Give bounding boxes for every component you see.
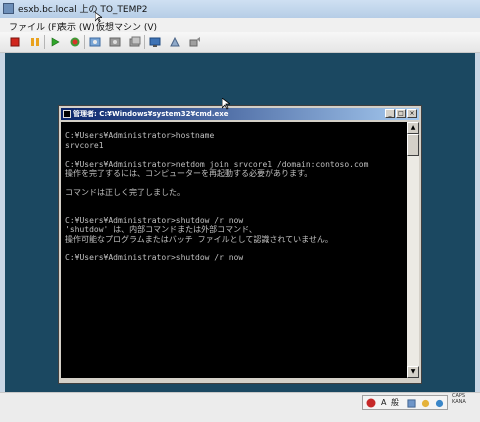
- ime-app-icon[interactable]: [366, 398, 376, 408]
- snapshot-icon[interactable]: [89, 36, 101, 48]
- console-line: 操作可能なプログラムまたはバッチ ファイルとして認識されていません。: [65, 234, 333, 244]
- scroll-thumb[interactable]: [407, 134, 419, 156]
- close-button[interactable]: ×: [407, 109, 417, 118]
- ime-mode[interactable]: A: [381, 397, 386, 408]
- kana-indicator: KANA: [452, 398, 466, 405]
- console-line: C:¥Users¥Administrator>netdom join srvco…: [65, 159, 369, 169]
- settings-icon[interactable]: [169, 36, 181, 48]
- status-bar: A 般 CAPS KANA: [0, 392, 480, 422]
- toolbar: [0, 32, 480, 53]
- suspend-icon[interactable]: [29, 36, 41, 48]
- maximize-button[interactable]: □: [396, 109, 406, 118]
- cmd-icon: [63, 110, 71, 118]
- console-scrollbar[interactable]: ▲ ▼: [407, 122, 419, 378]
- cmd-window[interactable]: 管理者: C:¥Windows¥system32¥cmd.exe _ □ × C…: [58, 105, 422, 384]
- keyboard-status: CAPS KANA: [452, 393, 466, 405]
- title-cursor-icon: [95, 12, 102, 23]
- pad-icon[interactable]: [407, 399, 416, 408]
- console-line: 'shutdow' は、内部コマンドまたは外部コマンド、: [65, 225, 257, 235]
- cmd-titlebar[interactable]: 管理者: C:¥Windows¥system32¥cmd.exe _ □ ×: [61, 108, 419, 120]
- cmd-window-title: 管理者: C:¥Windows¥system32¥cmd.exe: [73, 110, 229, 118]
- console-line: C:¥Users¥Administrator>shutdow /r now: [65, 253, 244, 263]
- ime-toolbar[interactable]: A 般: [362, 395, 448, 410]
- console-output[interactable]: C:¥Users¥Administrator>hostname srvcore1…: [61, 122, 407, 378]
- window-title: esxb.bc.local 上の TO_TEMP2: [18, 5, 148, 15]
- vm-console-area[interactable]: 管理者: C:¥Windows¥system32¥cmd.exe _ □ × C…: [5, 53, 475, 392]
- scroll-down-icon[interactable]: ▼: [407, 366, 419, 378]
- console-line: srvcore1: [65, 140, 104, 150]
- devices-icon[interactable]: [189, 36, 201, 48]
- toolbar-separator: [44, 35, 45, 49]
- tool-icon[interactable]: [421, 399, 430, 408]
- manage-snapshots-icon[interactable]: [129, 36, 141, 48]
- window-titlebar[interactable]: esxb.bc.local 上の TO_TEMP2: [0, 0, 480, 19]
- console-icon[interactable]: [149, 36, 161, 48]
- console-line: 操作を完了するには、コンピューターを再起動する必要があります。: [65, 168, 313, 178]
- minimize-button[interactable]: _: [385, 109, 395, 118]
- scroll-up-icon[interactable]: ▲: [407, 122, 419, 134]
- menu-bar: ファイル (F) 表示 (W) 仮想マシン (V): [0, 18, 480, 33]
- power-on-icon[interactable]: [49, 36, 61, 48]
- console-line: C:¥Users¥Administrator>hostname: [65, 131, 215, 141]
- toolbar-separator: [84, 35, 85, 49]
- power-off-icon[interactable]: [9, 36, 21, 48]
- revert-snapshot-icon[interactable]: [109, 36, 121, 48]
- ime-label[interactable]: 般: [391, 397, 399, 408]
- console-line: C:¥Users¥Administrator>shutdow /r now: [65, 215, 244, 225]
- console-line: コマンドは正しく完了しました。: [65, 187, 185, 197]
- vm-console-app-icon: [3, 3, 14, 14]
- toolbar-separator: [144, 35, 145, 49]
- help-icon[interactable]: [435, 399, 444, 408]
- reset-icon[interactable]: [69, 36, 81, 48]
- mouse-cursor-icon: [222, 98, 230, 110]
